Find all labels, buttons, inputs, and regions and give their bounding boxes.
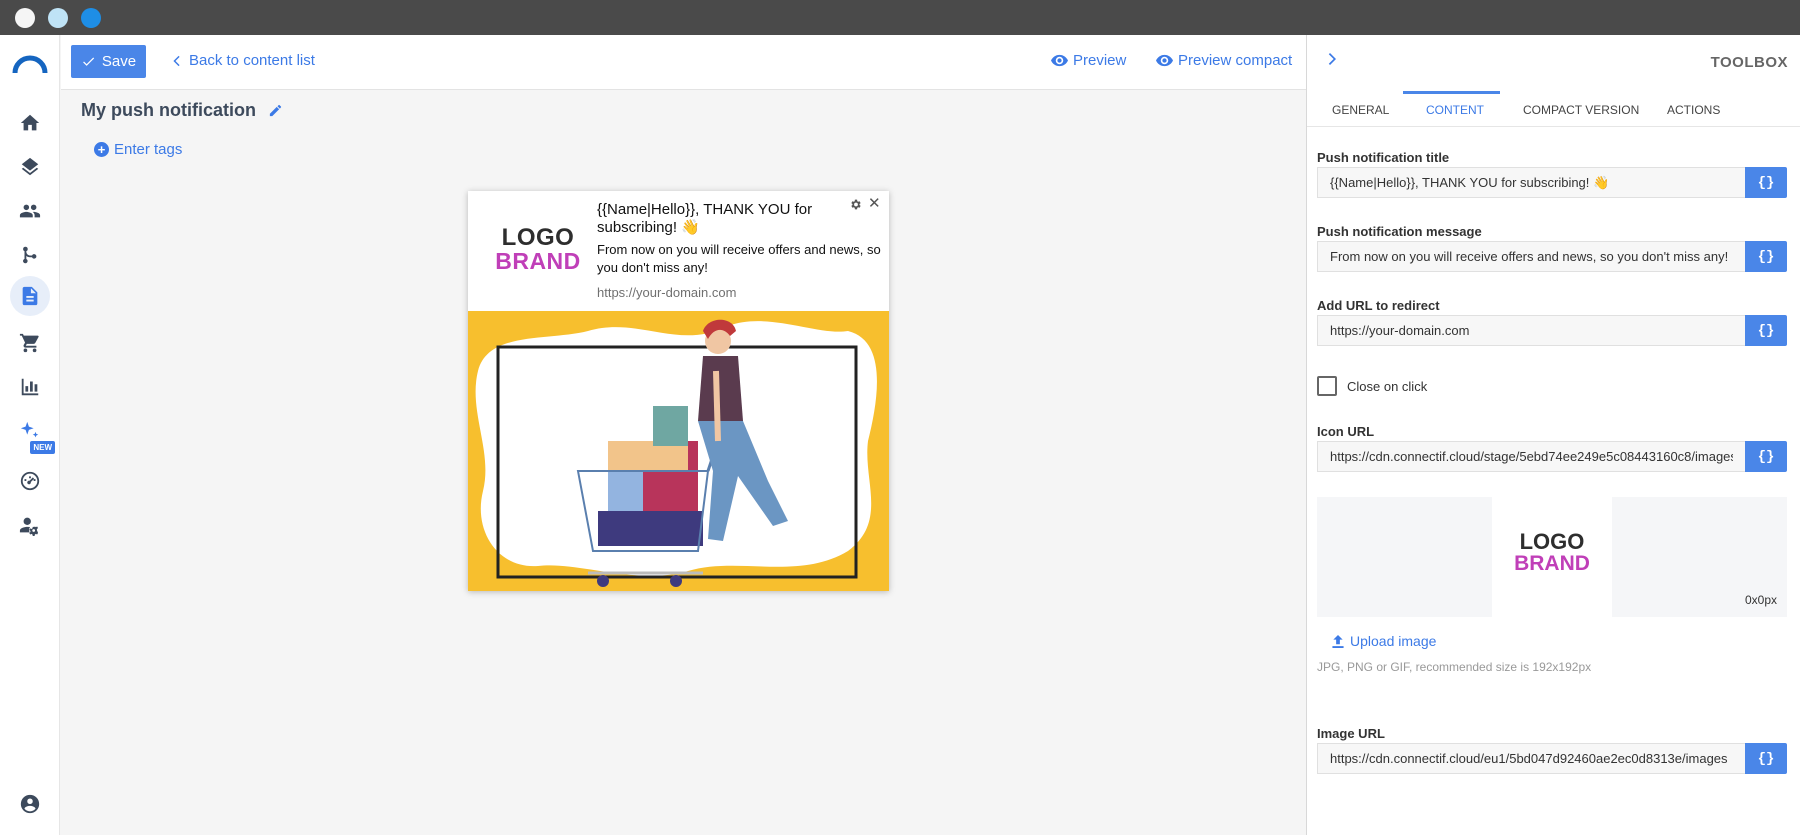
preview-url: https://your-domain.com <box>597 285 737 300</box>
nav-contacts[interactable] <box>15 196 45 226</box>
url-field-row: {} <box>1317 315 1787 346</box>
back-to-content-list-link[interactable]: Back to content list <box>171 52 315 69</box>
message-variables-button[interactable]: {} <box>1745 241 1787 272</box>
preview-title: {{Name|Hello}}, THANK YOU for subscribin… <box>597 201 813 236</box>
message-field-label: Push notification message <box>1317 224 1482 239</box>
icon-url-label: Icon URL <box>1317 424 1375 439</box>
active-tab-indicator <box>1403 91 1500 94</box>
url-field-label: Add URL to redirect <box>1317 298 1440 313</box>
home-icon <box>20 114 40 131</box>
brand-logo: LOGO BRAND <box>488 226 588 273</box>
check-icon <box>83 57 95 66</box>
nav-home[interactable] <box>15 108 45 138</box>
page-title: My push notification <box>81 100 256 120</box>
image-url-input[interactable] <box>1317 743 1745 774</box>
redirect-url-input[interactable] <box>1317 315 1745 346</box>
cart-icon <box>19 333 39 353</box>
icon-url-row: {} <box>1317 441 1787 472</box>
nav-content[interactable] <box>10 276 50 316</box>
image-url-variables-button[interactable]: {} <box>1745 743 1787 774</box>
window-close-button[interactable] <box>15 8 35 28</box>
save-button[interactable]: Save <box>71 45 146 78</box>
preview-label: Preview <box>1073 52 1127 69</box>
close-icon[interactable]: ✕ <box>868 194 881 212</box>
save-button-label: Save <box>101 53 137 70</box>
pencil-icon[interactable] <box>268 103 283 118</box>
image-url-label: Image URL <box>1317 726 1385 741</box>
message-input[interactable] <box>1317 241 1745 272</box>
icon-logo-line2: BRAND <box>1514 552 1590 575</box>
tab-general[interactable]: GENERAL <box>1332 103 1389 117</box>
eye-icon <box>1051 54 1068 67</box>
logo-line1: LOGO <box>501 224 575 251</box>
nav-workflows[interactable] <box>15 240 45 270</box>
image-url-row: {} <box>1317 743 1787 774</box>
reports-icon <box>21 378 39 396</box>
upload-image-label: Upload image <box>1350 633 1437 649</box>
contacts-icon <box>19 204 41 218</box>
window-maximize-button[interactable] <box>81 8 101 28</box>
app-logo-icon[interactable] <box>12 53 48 75</box>
eye-icon <box>1156 54 1173 67</box>
back-link-label: Back to content list <box>189 52 315 69</box>
nav-ecommerce[interactable] <box>15 328 45 358</box>
window-titlebar <box>0 0 1800 35</box>
icon-preview: LOGO BRAND 0x0px <box>1317 497 1787 617</box>
nav-account[interactable] <box>15 789 45 819</box>
url-variables-button[interactable]: {} <box>1745 315 1787 346</box>
enter-tags-link[interactable]: + Enter tags <box>94 141 182 158</box>
icon-url-variables-button[interactable]: {} <box>1745 441 1787 472</box>
toolbox-tabs: GENERAL CONTENT COMPACT VERSION ACTIONS <box>1307 91 1800 127</box>
preview-compact-link[interactable]: Preview compact <box>1156 52 1292 69</box>
icon-url-input[interactable] <box>1317 441 1745 472</box>
nav-layers[interactable] <box>15 152 45 182</box>
nav-user-settings[interactable] <box>15 510 45 540</box>
title-field-row: {} <box>1317 167 1787 198</box>
icon-preview-image: LOGO BRAND <box>1492 497 1612 617</box>
upload-icon <box>1332 634 1344 648</box>
nav-reports[interactable] <box>15 372 45 402</box>
content-icon <box>22 286 38 306</box>
preview-link[interactable]: Preview <box>1051 52 1126 69</box>
upload-hint: JPG, PNG or GIF, recommended size is 192… <box>1317 660 1592 674</box>
top-toolbar: Save Back to content list Preview Previe… <box>61 35 1306 90</box>
close-on-click-checkbox[interactable] <box>1317 376 1337 396</box>
toolbox-title: TOOLBOX <box>1710 54 1788 71</box>
tab-actions[interactable]: ACTIONS <box>1667 103 1720 117</box>
tab-compact-version[interactable]: COMPACT VERSION <box>1523 103 1639 117</box>
logo-line2: BRAND <box>495 248 581 274</box>
toolbox-panel: TOOLBOX GENERAL CONTENT COMPACT VERSION … <box>1306 35 1800 835</box>
title-variables-button[interactable]: {} <box>1745 167 1787 198</box>
chevron-left-icon <box>173 55 180 66</box>
upload-image-button[interactable]: Upload image <box>1332 633 1436 649</box>
title-field-label: Push notification title <box>1317 150 1450 165</box>
workflow-icon <box>23 246 37 264</box>
preview-message: From now on you will receive offers and … <box>597 242 881 275</box>
add-circle-icon: + <box>94 142 109 157</box>
nav-dashboard[interactable] <box>15 466 45 496</box>
title-input[interactable] <box>1317 167 1745 198</box>
window-minimize-button[interactable] <box>48 8 68 28</box>
message-field-row: {} <box>1317 241 1787 272</box>
push-notification-preview: LOGO BRAND {{Name|Hello}}, THANK YOU for… <box>468 191 889 591</box>
tab-content[interactable]: CONTENT <box>1426 103 1484 117</box>
user-settings-icon <box>19 517 39 536</box>
nav-ai[interactable]: NEW <box>15 416 55 454</box>
dashboard-icon <box>20 471 40 491</box>
icon-preview-logo: LOGO BRAND <box>1492 529 1612 575</box>
preview-compact-label: Preview compact <box>1178 52 1293 69</box>
icon-logo-line1: LOGO <box>1519 529 1585 554</box>
gear-icon[interactable] <box>849 198 862 211</box>
enter-tags-label: Enter tags <box>114 141 183 158</box>
shopping-illustration <box>468 311 889 591</box>
new-badge: NEW <box>30 441 55 454</box>
page-title-row: My push notification <box>81 100 283 121</box>
layers-icon <box>21 157 39 176</box>
ai-sparkle-icon <box>20 421 39 438</box>
icon-dimensions: 0x0px <box>1744 593 1777 607</box>
left-nav: NEW <box>0 35 60 835</box>
close-on-click-label: Close on click <box>1347 379 1428 394</box>
chevron-right-icon[interactable] <box>1327 52 1339 66</box>
account-icon <box>20 794 40 814</box>
